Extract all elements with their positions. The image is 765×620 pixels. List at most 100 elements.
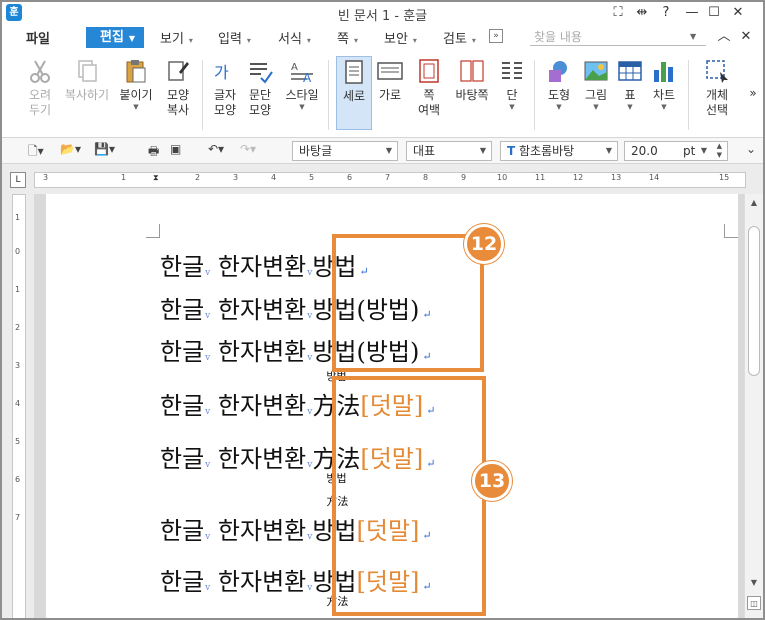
save-icon[interactable]: 💾▾ [94,142,115,156]
line-prefix2: 한자변환 [217,338,307,366]
landscape-page-icon [377,62,403,80]
copy-button[interactable]: 복사하기 [62,58,112,103]
scroll-thumb[interactable] [748,226,760,376]
shape-button[interactable]: 도형 ▼ [542,58,576,111]
font-select[interactable]: T 함초롬바탕 ▼ [500,141,618,161]
para-style-select[interactable]: 대표 ▼ [406,141,492,161]
format-copy-button[interactable]: 모양 복사 [160,58,196,118]
stepper-icon[interactable]: ▲ ▼ [717,142,722,160]
table-label: 표 [624,88,636,102]
chevron-down-icon: ▼ [556,103,562,111]
chevron-down-icon: ▼ [627,103,633,111]
style-select[interactable]: 바탕글 ▼ [292,141,398,161]
vruler-mark: 6 [15,475,21,484]
maximize-button[interactable]: ☐ [704,3,724,23]
more-menus-button[interactable]: » [489,29,503,43]
app-window: 훈 빈 문서 1 - 훈글 ⛶ ⇹ ? — ☐ ✕ 파일 편집 ▼ 보기 ▾ 입력 ▾… [0,0,765,620]
menu-view[interactable]: 보기 ▾ [160,28,193,47]
paste-label: 붙이기 [119,88,153,102]
chevron-down-icon: ▾ [246,36,251,45]
line-prefix2: 한자변환 [217,517,307,545]
ruler-mark: 3 [43,173,49,182]
master-page-button[interactable]: 바탕쪽 [452,58,492,103]
print-icon[interactable]: 🖶 [148,142,159,163]
ribbon-divider [202,60,203,130]
page-nav-icon[interactable]: ◫ [747,596,761,610]
minimize-button[interactable]: — [682,3,702,23]
search-input[interactable]: 찾을 내용 [530,28,706,46]
style-button[interactable]: AA 스타일 ▼ [282,58,322,111]
menu-edit[interactable]: 편집 ▼ [86,27,144,48]
menu-security-label: 보안 [384,32,408,47]
menu-insert[interactable]: 입력 ▾ [218,28,251,47]
portrait-page-icon [345,60,363,84]
scroll-down-icon[interactable]: ▼ [747,576,761,590]
vruler-mark: 4 [15,399,21,408]
collapse-ribbon-icon[interactable]: ︿ [714,27,734,47]
picture-button[interactable]: 그림 ▼ [580,58,612,111]
menu-review-label: 검토 [443,32,467,47]
menu-review[interactable]: 검토 ▾ [443,28,476,47]
open-folder-icon[interactable]: 📂▾ [60,142,81,156]
new-doc-icon[interactable]: 🗋▾ [28,142,44,163]
style-select-value: 바탕글 [299,144,333,158]
font-size-input[interactable]: 20.0 pt ▼ ▲ ▼ [624,141,728,161]
help-icon[interactable]: ? [656,3,676,23]
redo-icon[interactable]: ↷▾ [240,142,256,156]
object-select-button[interactable]: 개체 선택 [696,58,738,118]
ribbon-expand-button[interactable]: » [746,86,760,100]
chevron-down-icon: ▼ [479,146,486,155]
formatting-toolbar: 🗋▾ 📂▾ 💾▾ 🖶 ▣ ↶▾ ↷▾ 바탕글 ▼ 대표 ▼ T 함초롬바탕 ▼ 20.… [2,138,763,164]
chevron-down-icon: ▾ [188,36,193,45]
horizontal-ruler[interactable]: 3 1 ⧗ 2 3 4 5 6 7 8 9 10 11 12 13 14 15 [34,172,746,188]
page-margin-button[interactable]: 쪽 여백 [412,58,446,118]
landscape-button[interactable]: 가로 [374,58,406,103]
indent-marker-icon[interactable]: ⧗ [153,173,159,183]
chevron-down-icon: ▼ [133,103,139,111]
column-icon [502,62,522,79]
para-shape-label: 문단 모양 [248,88,272,117]
toolbar-expand-icon[interactable]: ⌄ [746,142,756,156]
vertical-ruler-area: 1 0 1 2 3 4 5 6 7 [2,194,34,618]
line-prefix1: 한글 [160,517,205,545]
split-view-icon[interactable]: ⇹ [632,3,652,23]
tab-type-selector[interactable]: L [10,172,26,188]
cut-button[interactable]: 오려 두기 [22,58,58,118]
svg-text:가: 가 [214,63,229,82]
chevron-down-icon: ▼ [509,103,515,111]
menu-security[interactable]: 보안 ▾ [384,28,417,47]
para-shape-button[interactable]: 문단 모양 [244,58,276,118]
vruler-mark: 5 [15,437,21,446]
char-shape-icon: 가 [214,63,229,82]
chart-button[interactable]: 차트 ▼ [648,58,680,111]
undo-icon[interactable]: ↶▾ [208,142,224,156]
close-button[interactable]: ✕ [728,3,748,23]
vertical-scrollbar[interactable]: ▲ ▼ ◫ [744,194,763,618]
menu-view-label: 보기 [160,32,184,47]
portrait-button[interactable]: 세로 [336,56,372,130]
char-shape-button[interactable]: 가 글자 모양 [210,58,240,118]
line-prefix2: 한자변환 [217,296,307,324]
column-button[interactable]: 단 ▼ [498,58,526,111]
chevron-down-icon: ▾ [353,36,358,45]
vertical-ruler[interactable]: 1 0 1 2 3 4 5 6 7 [12,194,26,618]
vruler-mark: 2 [15,323,21,332]
line-prefix2: 한자변환 [217,445,307,473]
ruler-area: L 3 1 ⧗ 2 3 4 5 6 7 8 9 10 11 12 13 14 1… [2,164,763,194]
fullscreen-icon[interactable]: ⛶ [608,3,628,23]
menu-insert-label: 입력 [218,32,242,47]
preview-icon[interactable]: ▣ [170,142,181,156]
scroll-up-icon[interactable]: ▲ [747,196,761,210]
menu-edit-label: 편집 [100,30,124,45]
menu-page[interactable]: 쪽 ▾ [337,28,358,47]
line-prefix2: 한자변환 [217,568,307,596]
menu-format[interactable]: 서식 ▾ [278,28,311,47]
close-doc-icon[interactable]: ✕ [736,27,756,47]
table-button[interactable]: 표 ▼ [616,58,644,111]
line-prefix2: 한자변환 [217,253,307,281]
char-shape-label: 글자 모양 [213,88,237,117]
step-badge-13: 13 [472,461,512,501]
paste-button[interactable]: 붙이기 ▼ [118,58,154,111]
menu-file[interactable]: 파일 [26,28,50,47]
chart-icon [654,62,673,82]
